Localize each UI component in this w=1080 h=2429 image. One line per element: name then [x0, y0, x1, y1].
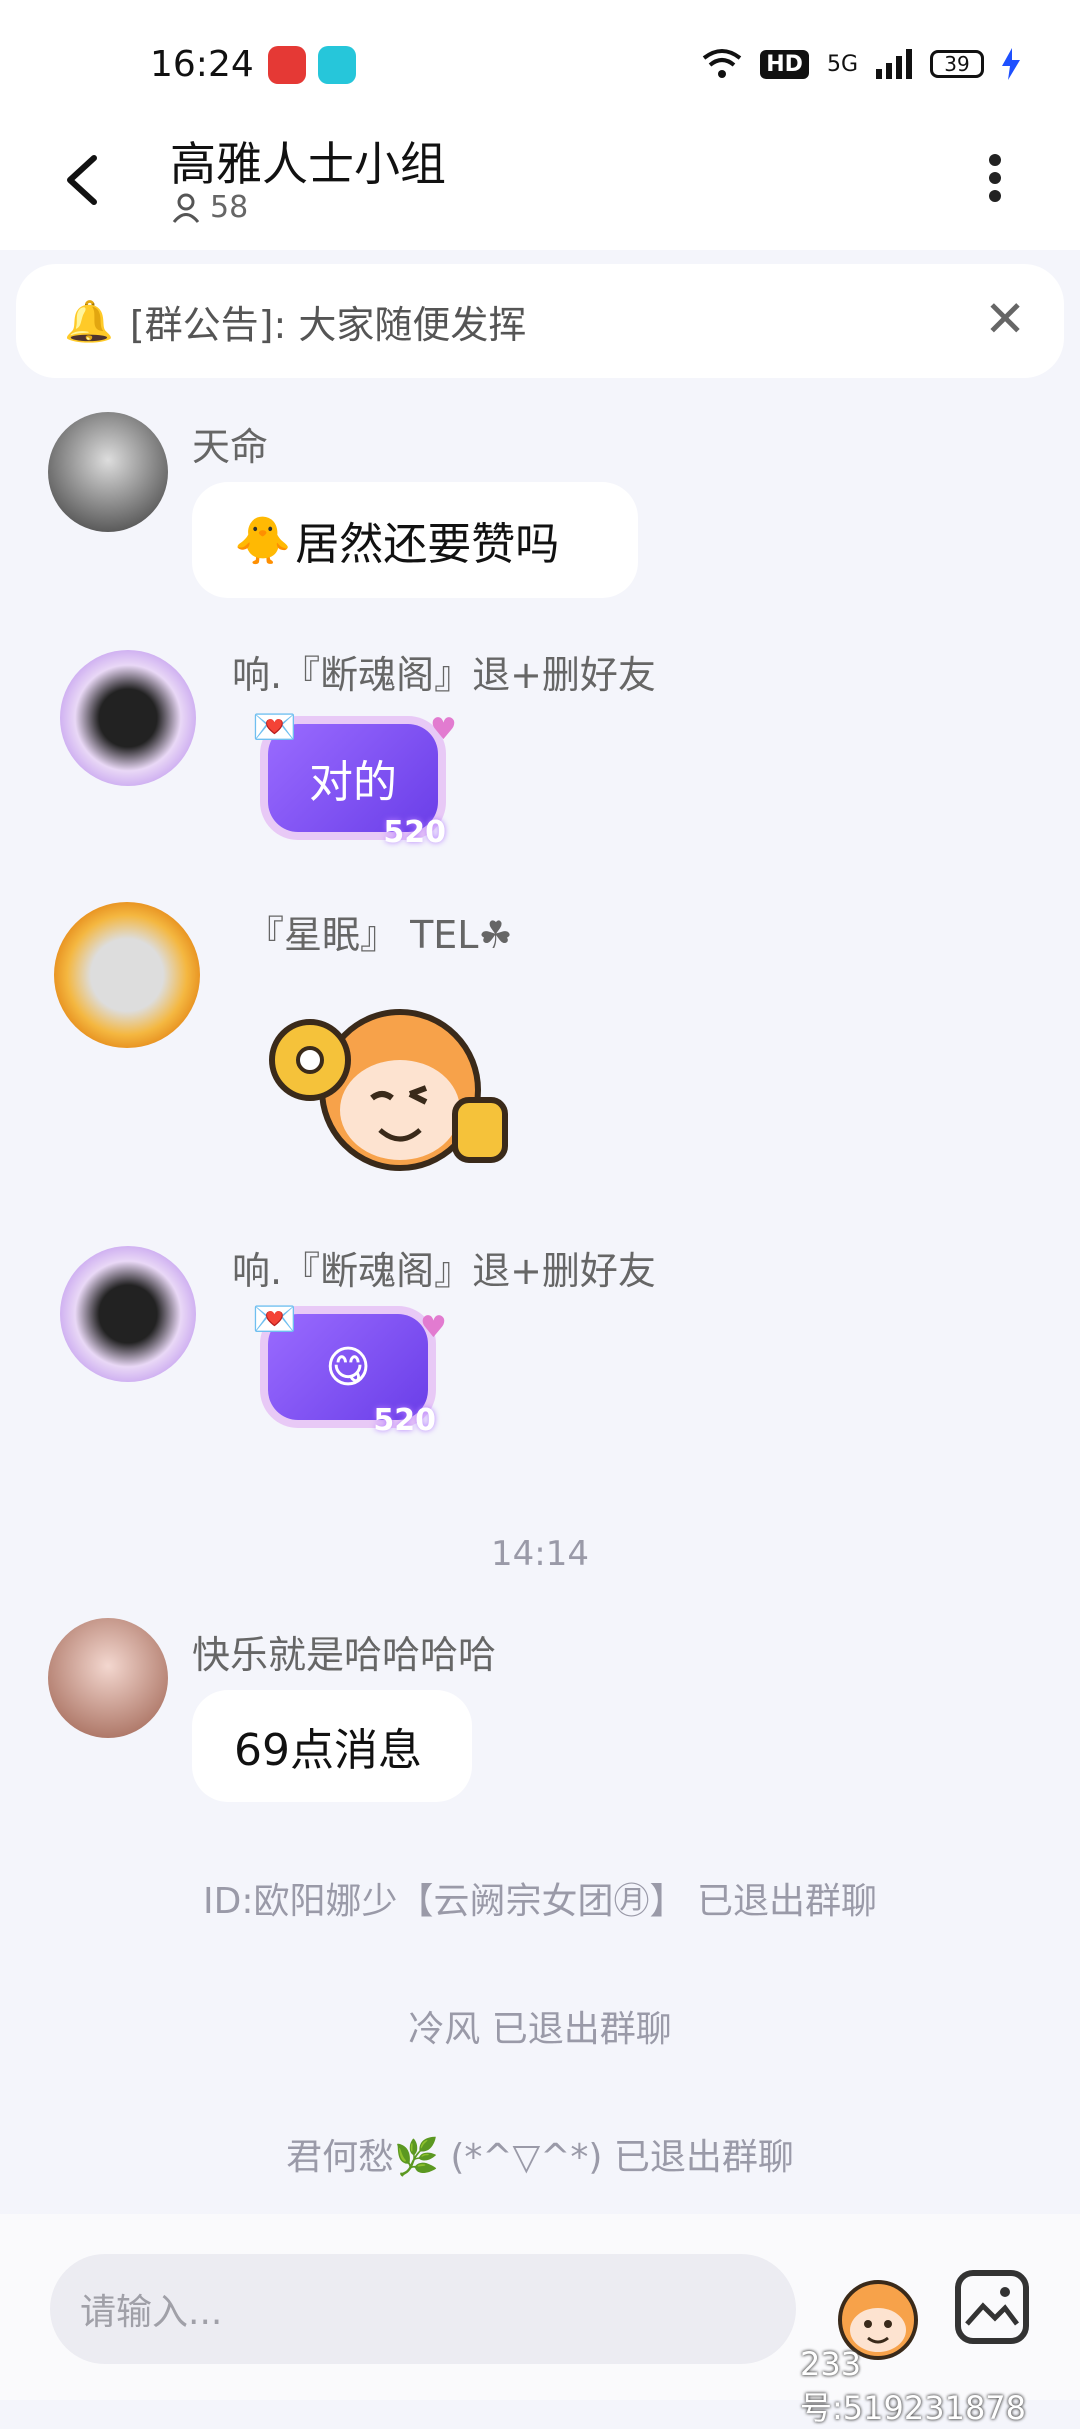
system-message: 冷风 已退出群聊 — [408, 2009, 672, 2050]
avatar[interactable] — [54, 902, 200, 1048]
message-text: 69点消息 — [234, 1725, 422, 1776]
message-bubble[interactable]: 🐥 居然还要赞吗 — [192, 482, 638, 598]
person-icon — [172, 193, 200, 223]
message-text: 居然还要赞吗 — [295, 519, 560, 570]
chat-header — [0, 130, 1080, 250]
charging-icon — [1002, 48, 1020, 80]
chick-emoji-icon: 🐥 — [234, 512, 292, 567]
wifi-icon — [703, 49, 742, 78]
member-count-value: 58 — [210, 190, 249, 225]
bubble-badge: 520 — [373, 1403, 436, 1438]
avatar[interactable] — [60, 650, 196, 786]
time-divider: 14:14 — [491, 1534, 589, 1574]
mountain-image-icon — [965, 2287, 1019, 2326]
message-text: 对的 — [309, 757, 397, 808]
notice-text: [群公告]: 大家随便发挥 — [129, 302, 527, 347]
avatar[interactable] — [60, 1246, 196, 1382]
heart-icon: ♥ — [420, 1310, 447, 1345]
close-icon[interactable]: ✕ — [984, 294, 1026, 344]
bubble-badge: 520 — [383, 815, 446, 850]
hd-badge: HD — [760, 49, 809, 79]
mascot-sticker[interactable] — [260, 980, 520, 1180]
envelope-icon: 💌 — [252, 1299, 297, 1340]
image-picker-icon[interactable] — [955, 2270, 1029, 2344]
member-count: 58 — [172, 190, 248, 225]
watermark: 233号:519231878 — [800, 2345, 1027, 2427]
battery-level: 39 — [944, 52, 970, 76]
sender-name: 响.『断魂阁』退+删好友 — [232, 653, 656, 697]
system-message: ID:欧阳娜少【云阙宗女团㊊】 已退出群聊 — [203, 1881, 877, 1922]
avatar[interactable] — [48, 412, 168, 532]
battery-icon: 39 — [930, 50, 984, 78]
ok-hand-mascot-icon — [269, 1009, 508, 1171]
network-label: 5G — [826, 51, 858, 77]
sender-name: 『星眠』 TEL☘ — [246, 913, 513, 957]
back-arrow-icon[interactable] — [58, 150, 108, 210]
envelope-icon: 💌 — [252, 707, 297, 748]
app-notification-icon-2 — [318, 46, 356, 84]
sender-name: 响.『断魂阁』退+删好友 — [232, 1249, 656, 1293]
message-input[interactable]: 请输入... — [50, 2254, 796, 2364]
heart-icon: ♥ — [430, 712, 457, 747]
sender-name: 天命 — [192, 425, 269, 469]
group-title: 高雅人士小组 — [170, 137, 446, 191]
bell-icon: 🔔 — [64, 298, 114, 345]
status-time: 16:24 — [150, 44, 254, 85]
status-indicators: HD 5G 39 — [702, 48, 1020, 80]
group-notice[interactable]: 🔔 [群公告]: 大家随便发挥 ✕ — [16, 264, 1064, 378]
sender-name: 快乐就是哈哈哈哈 — [192, 1633, 497, 1677]
more-options-icon[interactable] — [980, 148, 1010, 208]
system-message: 君何愁🌿 (*^▽^*) 已退出群聊 — [286, 2137, 794, 2178]
app-notification-icon — [268, 46, 306, 84]
message-bubble[interactable]: 69点消息 — [192, 1690, 472, 1802]
signal-icon — [876, 49, 912, 79]
avatar[interactable] — [48, 1618, 168, 1738]
face-savoring-emoji-icon: 😋 — [325, 1341, 371, 1393]
